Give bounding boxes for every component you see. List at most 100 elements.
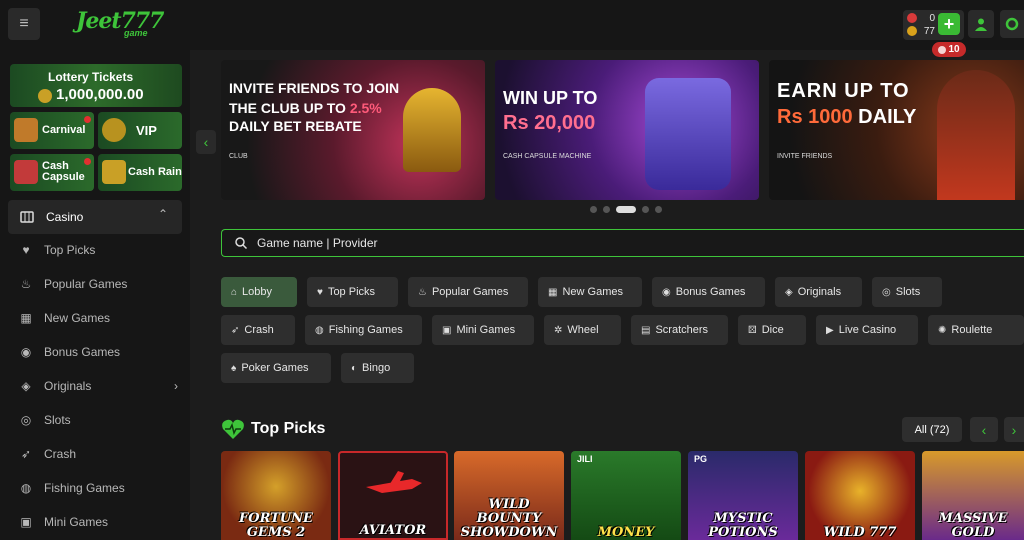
chip-scratchers[interactable]: ▤ Scratchers (631, 315, 728, 345)
game-title: WILD 777 (823, 525, 897, 540)
home-icon: ⌂ (231, 286, 238, 298)
banner-cash-capsule[interactable]: WIN UP TO Rs 20,000 CASH CAPSULE MACHINE (495, 60, 759, 200)
chip-wheel[interactable]: ✲ Wheel (544, 315, 621, 345)
chip-label: Fishing Games (328, 324, 403, 336)
chevron-right-icon: › (1011, 421, 1017, 438)
carousel-dot[interactable] (603, 206, 610, 213)
tile-cash-rain[interactable]: Cash Rain (98, 154, 182, 191)
sidebar-item-label: Popular Games (44, 277, 128, 291)
profile-button[interactable] (968, 10, 994, 38)
heart-icon: ♥ (22, 243, 30, 257)
carousel-dot[interactable] (590, 206, 597, 213)
deposit-button[interactable]: + (938, 13, 960, 35)
game-title: AVIATOR (359, 523, 427, 538)
tile-carnival[interactable]: Carnival (10, 112, 94, 149)
play-icon: ▶ (826, 324, 834, 336)
sidebar-item-label: Bonus Games (44, 345, 121, 359)
chip-bingo[interactable]: ◐ Bingo (341, 353, 414, 383)
game-title: MASSIVE GOLD (938, 511, 1008, 540)
trophy-icon (403, 88, 461, 172)
sidebar-item-label: Crash (44, 447, 77, 461)
sidebar-item-originals[interactable]: ◈ Originals › (18, 376, 178, 396)
chip-label: Bonus Games (675, 286, 746, 298)
game-title: MONEY (597, 525, 655, 540)
rupee-coin-icon (907, 13, 917, 23)
game-card[interactable]: WILD BOUNTY SHOWDOWN (454, 451, 564, 540)
menu-button[interactable]: ≡ (8, 8, 40, 40)
search-input[interactable] (257, 234, 757, 252)
support-button[interactable] (1000, 10, 1024, 38)
tile-vip[interactable]: VIP (98, 112, 182, 149)
gift-icon: ▦ (20, 311, 32, 325)
chip-live-casino[interactable]: ▶ Live Casino (816, 315, 918, 345)
chip-slots[interactable]: ◎ Slots (872, 277, 942, 307)
game-card[interactable]: MASSIVE GOLD (922, 451, 1024, 540)
chip-crash[interactable]: ➶ Crash (221, 315, 295, 345)
dice-icon: ⚄ (748, 324, 757, 336)
bingo-icon: ◐ (351, 362, 358, 374)
chip-poker-games[interactable]: ♠ Poker Games (221, 353, 331, 383)
plus-icon: + (943, 14, 955, 34)
sidebar-item-crash[interactable]: ➶ Crash (18, 444, 76, 464)
sidebar: Lottery Tickets 1,000,000.00 Carnival VI… (0, 50, 190, 540)
tile-label: Carnival (42, 124, 86, 136)
game-card[interactable]: WILD 777 (805, 451, 915, 540)
chip-label: New Games (562, 286, 623, 298)
heart-icon: ♥ (317, 286, 323, 298)
sidebar-item-top-picks[interactable]: ♥ Top Picks (18, 240, 95, 260)
game-title: WILD BOUNTY SHOWDOWN (460, 497, 558, 540)
game-card[interactable]: PG MYSTIC POTIONS (688, 451, 798, 540)
chip-fishing-games[interactable]: ◍ Fishing Games (305, 315, 422, 345)
lottery-amount: 1,000,000.00 (56, 86, 144, 103)
casino-category[interactable]: Casino ⌃ (8, 200, 182, 234)
rocket-icon: ➶ (231, 324, 240, 336)
chip-top-picks[interactable]: ♥ Top Picks (307, 277, 398, 307)
notification-dot (84, 158, 91, 165)
game-card[interactable]: AVIATOR (338, 451, 448, 540)
chip-dice[interactable]: ⚄ Dice (738, 315, 806, 345)
capsule-machine-icon (645, 78, 731, 190)
lottery-tickets-card[interactable]: Lottery Tickets 1,000,000.00 (10, 64, 182, 107)
originals-icon: ◈ (21, 379, 31, 393)
casino-icon (20, 211, 34, 223)
sidebar-item-new-games[interactable]: ▦ New Games (18, 308, 110, 328)
scroll-left-button[interactable]: ‹ (970, 417, 998, 442)
carousel-dot-active[interactable] (616, 206, 636, 213)
banner-line1: EARN UP TO (777, 80, 910, 102)
banner-caption: INVITE FRIENDS (777, 153, 833, 160)
game-card[interactable]: JILI MONEY (571, 451, 681, 540)
banner-club[interactable]: INVITE FRIENDS TO JOIN THE CLUB UP TO 2.… (221, 60, 485, 200)
chip-lobby[interactable]: ⌂ Lobby (221, 277, 297, 307)
sidebar-item-bonus-games[interactable]: ◉ Bonus Games (18, 342, 120, 362)
chip-label: Bingo (362, 362, 391, 374)
notification-dot (84, 116, 91, 123)
carousel-dot[interactable] (655, 206, 662, 213)
carousel-prev-button[interactable]: ‹ (196, 130, 216, 154)
fire-icon: ♨ (20, 277, 32, 291)
chip-new-games[interactable]: ▦ New Games (538, 277, 642, 307)
logo[interactable]: Jeet777 game (76, 8, 164, 42)
chip-bonus-games[interactable]: ◉ Bonus Games (652, 277, 765, 307)
sidebar-item-popular-games[interactable]: ♨ Popular Games (18, 274, 128, 294)
banner-caption: CASH CAPSULE MACHINE (503, 153, 592, 160)
scroll-right-button[interactable]: › (1004, 417, 1024, 442)
banner-invite-friends[interactable]: EARN UP TO Rs 1000 DAILY INVITE FRIENDS (769, 60, 1024, 200)
sidebar-item-mini-games[interactable]: ▣ Mini Games (18, 512, 108, 532)
chip-originals[interactable]: ◈ Originals (775, 277, 862, 307)
sidebar-item-label: Top Picks (44, 243, 96, 257)
chip-popular-games[interactable]: ♨ Popular Games (408, 277, 528, 307)
vip-icon (102, 118, 126, 142)
casino-label: Casino (46, 210, 84, 224)
gold-coin-icon (907, 26, 917, 36)
sidebar-item-fishing-games[interactable]: ◍ Fishing Games (18, 478, 125, 498)
sidebar-item-slots[interactable]: ◎ Slots (18, 410, 71, 430)
view-all-button[interactable]: All (72) (902, 417, 962, 442)
chip-label: Top Picks (327, 286, 376, 298)
chip-mini-games[interactable]: ▣ Mini Games (432, 315, 534, 345)
carousel-dot[interactable] (642, 206, 649, 213)
game-card[interactable]: FORTUNE GEMS 2 (221, 451, 331, 540)
chip-roulette[interactable]: ✺ Roulette (928, 315, 1024, 345)
chevron-left-icon: ‹ (981, 421, 987, 438)
banner-text: DAILY (852, 106, 917, 128)
tile-cash-capsule[interactable]: Cash Capsule (10, 154, 94, 191)
